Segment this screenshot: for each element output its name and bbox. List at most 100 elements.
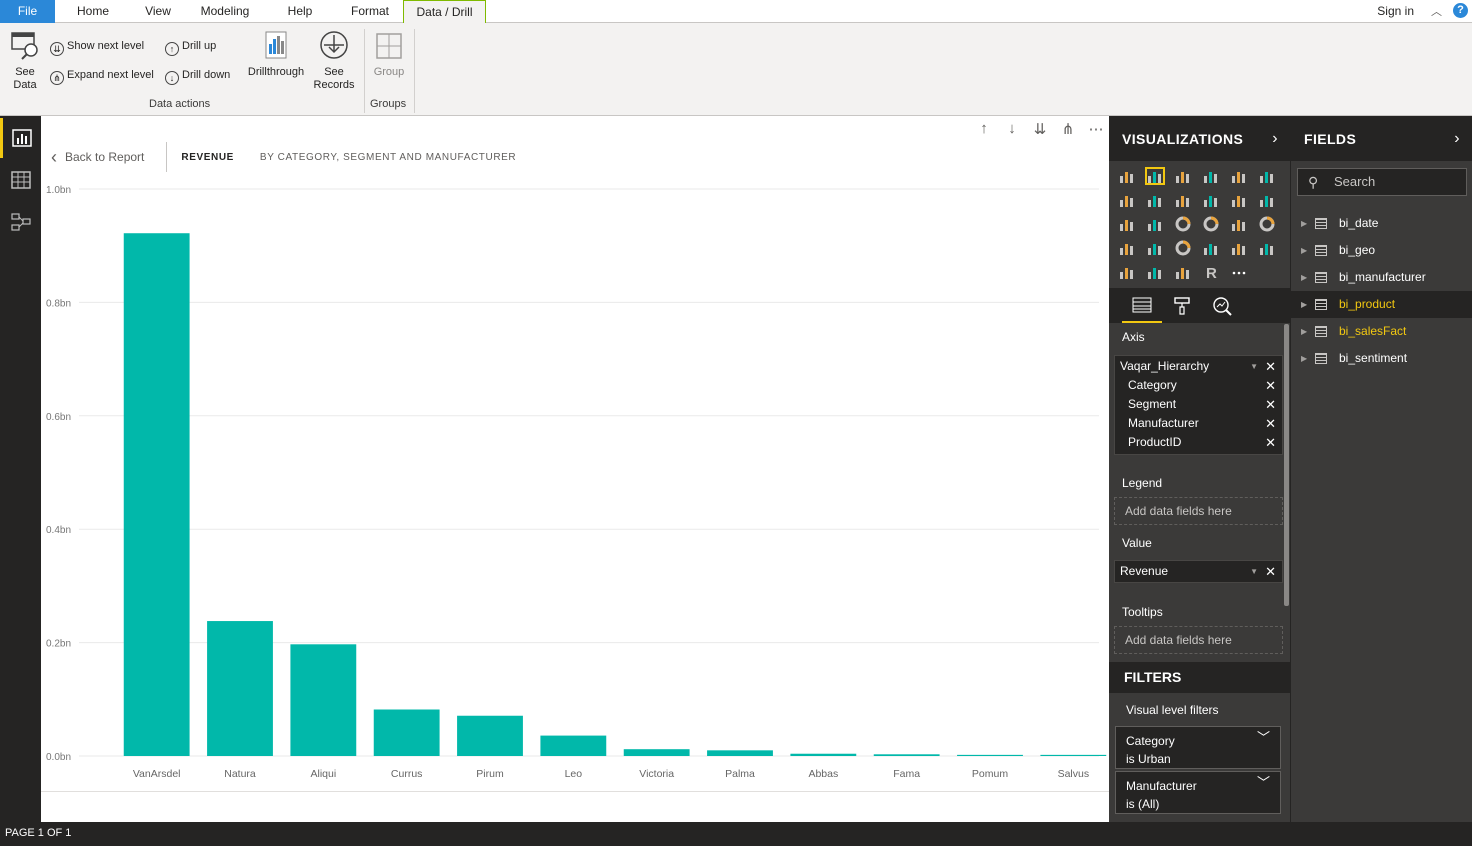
bar[interactable] <box>707 750 773 756</box>
analytics-tab[interactable] <box>1202 288 1242 323</box>
tab-view[interactable]: View <box>130 0 186 23</box>
remove-field-icon[interactable]: ✕ <box>1265 357 1276 376</box>
pie-chart-icon[interactable] <box>1173 215 1193 233</box>
tab-help[interactable]: Help <box>272 0 328 23</box>
table-visual-icon[interactable] <box>1145 263 1165 281</box>
bar[interactable] <box>790 753 857 756</box>
remove-field-icon[interactable]: ✕ <box>1265 414 1276 433</box>
scatter-icon[interactable] <box>1145 215 1165 233</box>
filter-card-category[interactable]: Category is Urban ﹀ <box>1115 726 1281 769</box>
dropdown-icon[interactable]: ▼ <box>1250 357 1258 376</box>
gauge-icon[interactable] <box>1173 239 1193 257</box>
tab-home[interactable]: Home <box>62 0 124 23</box>
bar[interactable] <box>623 749 690 756</box>
bar[interactable] <box>1040 754 1107 756</box>
help-icon[interactable]: ? <box>1453 3 1468 18</box>
axis-field-hierarchy[interactable]: Vaqar_Hierarchy ▼ ✕ <box>1115 357 1282 376</box>
format-tab[interactable] <box>1162 288 1202 323</box>
slicer-icon[interactable] <box>1117 263 1137 281</box>
expand-caret-icon[interactable]: ▶ <box>1301 237 1307 264</box>
see-records-button[interactable]: See Records <box>312 30 356 92</box>
collapse-fields-icon[interactable]: › <box>1454 130 1460 148</box>
card-icon[interactable] <box>1201 239 1221 257</box>
filled-map-icon[interactable] <box>1117 239 1137 257</box>
collapse-ribbon-icon[interactable]: ︿ <box>1431 3 1442 19</box>
line-column-icon[interactable] <box>1201 191 1221 209</box>
expand-caret-icon[interactable]: ▶ <box>1301 345 1307 372</box>
drill-down-arrow-icon[interactable]: ↓ <box>1003 120 1021 138</box>
group-button[interactable]: Group <box>370 30 408 79</box>
expand-caret-icon[interactable]: ▶ <box>1301 291 1307 318</box>
fields-tab[interactable] <box>1122 288 1162 323</box>
donut-chart-icon[interactable] <box>1201 215 1221 233</box>
field-table-bi-manufacturer[interactable]: ▶ bi_manufacturer <box>1291 264 1472 291</box>
data-view-button[interactable] <box>0 160 41 200</box>
report-view-button[interactable] <box>0 118 41 158</box>
line-chart-icon[interactable] <box>1117 191 1137 209</box>
axis-field-manufacturer[interactable]: Manufacturer ✕ <box>1115 414 1282 433</box>
expand-hierarchy-icon[interactable]: ⋔ <box>1059 120 1077 138</box>
drill-down-button[interactable]: ↓ Drill down <box>165 66 230 85</box>
bar[interactable] <box>207 621 273 756</box>
value-field-revenue[interactable]: Revenue ▼ ✕ <box>1115 562 1282 581</box>
100-column-icon[interactable] <box>1257 167 1277 185</box>
drill-up-button[interactable]: ↑ Drill up <box>165 37 216 56</box>
back-to-report-button[interactable]: ‹ Back to Report <box>51 147 144 168</box>
drillthrough-button[interactable]: Drillthrough <box>242 30 310 79</box>
expand-caret-icon[interactable]: ▶ <box>1301 264 1307 291</box>
more-options-icon[interactable]: ⋯ <box>1087 120 1105 138</box>
clustered-bar-icon[interactable] <box>1173 167 1193 185</box>
axis-field-category[interactable]: Category ✕ <box>1115 376 1282 395</box>
tab-format[interactable]: Format <box>340 0 400 23</box>
area-chart-icon[interactable] <box>1145 191 1165 209</box>
field-table-bi-product[interactable]: ▶ bi_product <box>1291 291 1472 318</box>
bar[interactable] <box>373 709 440 756</box>
bar[interactable] <box>290 644 357 756</box>
field-table-bi-geo[interactable]: ▶ bi_geo <box>1291 237 1472 264</box>
stacked-bar-icon[interactable] <box>1117 167 1137 185</box>
tab-modeling[interactable]: Modeling <box>190 0 260 23</box>
bar[interactable] <box>123 233 190 756</box>
chevron-down-icon[interactable]: ﹀ <box>1257 729 1270 747</box>
expand-caret-icon[interactable]: ▶ <box>1301 210 1307 237</box>
bar[interactable] <box>873 754 940 756</box>
collapse-visualizations-icon[interactable]: › <box>1272 130 1278 148</box>
r-visual-icon[interactable]: R <box>1201 263 1221 281</box>
model-view-button[interactable] <box>0 202 41 242</box>
tab-file[interactable]: File <box>0 0 55 23</box>
stacked-column-icon[interactable] <box>1201 167 1221 185</box>
map-icon[interactable] <box>1257 215 1277 233</box>
bar[interactable] <box>540 735 607 756</box>
treemap-icon[interactable] <box>1229 215 1249 233</box>
remove-field-icon[interactable]: ✕ <box>1265 395 1276 414</box>
fields-search-input[interactable]: ⚲ Search <box>1297 168 1467 196</box>
tooltips-drop-zone[interactable]: Add data fields here <box>1114 626 1283 654</box>
multirow-card-icon[interactable] <box>1229 239 1249 257</box>
filter-card-manufacturer[interactable]: Manufacturer is (All) ﹀ <box>1115 771 1281 814</box>
sign-in-link[interactable]: Sign in <box>1377 4 1414 18</box>
bar[interactable] <box>957 754 1023 756</box>
funnel-icon[interactable] <box>1145 239 1165 257</box>
remove-field-icon[interactable]: ✕ <box>1265 376 1276 395</box>
ribbon-chart-icon[interactable] <box>1257 191 1277 209</box>
dropdown-icon[interactable]: ▼ <box>1250 562 1258 581</box>
field-table-bi-sentiment[interactable]: ▶ bi_sentiment <box>1291 345 1472 372</box>
legend-drop-zone[interactable]: Add data fields here <box>1114 497 1283 525</box>
more-visuals-icon[interactable] <box>1229 263 1249 281</box>
show-next-level-button[interactable]: ⇊ Show next level <box>50 37 144 56</box>
expand-next-level-button[interactable]: ⋔ Expand next level <box>50 66 154 85</box>
field-table-bi-salesfact[interactable]: ▶ bi_salesFact <box>1291 318 1472 345</box>
waterfall-icon[interactable] <box>1117 215 1137 233</box>
drill-up-arrow-icon[interactable]: ↑ <box>975 120 993 138</box>
100-bar-icon[interactable] <box>1229 167 1249 185</box>
chevron-down-icon[interactable]: ﹀ <box>1257 774 1270 792</box>
axis-field-productid[interactable]: ProductID ✕ <box>1115 433 1282 452</box>
field-table-bi-date[interactable]: ▶ bi_date <box>1291 210 1472 237</box>
see-data-button[interactable]: See Data <box>8 30 42 92</box>
clustered-column-icon[interactable] <box>1145 167 1165 185</box>
next-level-icon[interactable]: ⇊ <box>1031 120 1049 138</box>
bar[interactable] <box>457 715 523 756</box>
kpi-icon[interactable] <box>1257 239 1277 257</box>
remove-field-icon[interactable]: ✕ <box>1265 562 1276 581</box>
remove-field-icon[interactable]: ✕ <box>1265 433 1276 452</box>
